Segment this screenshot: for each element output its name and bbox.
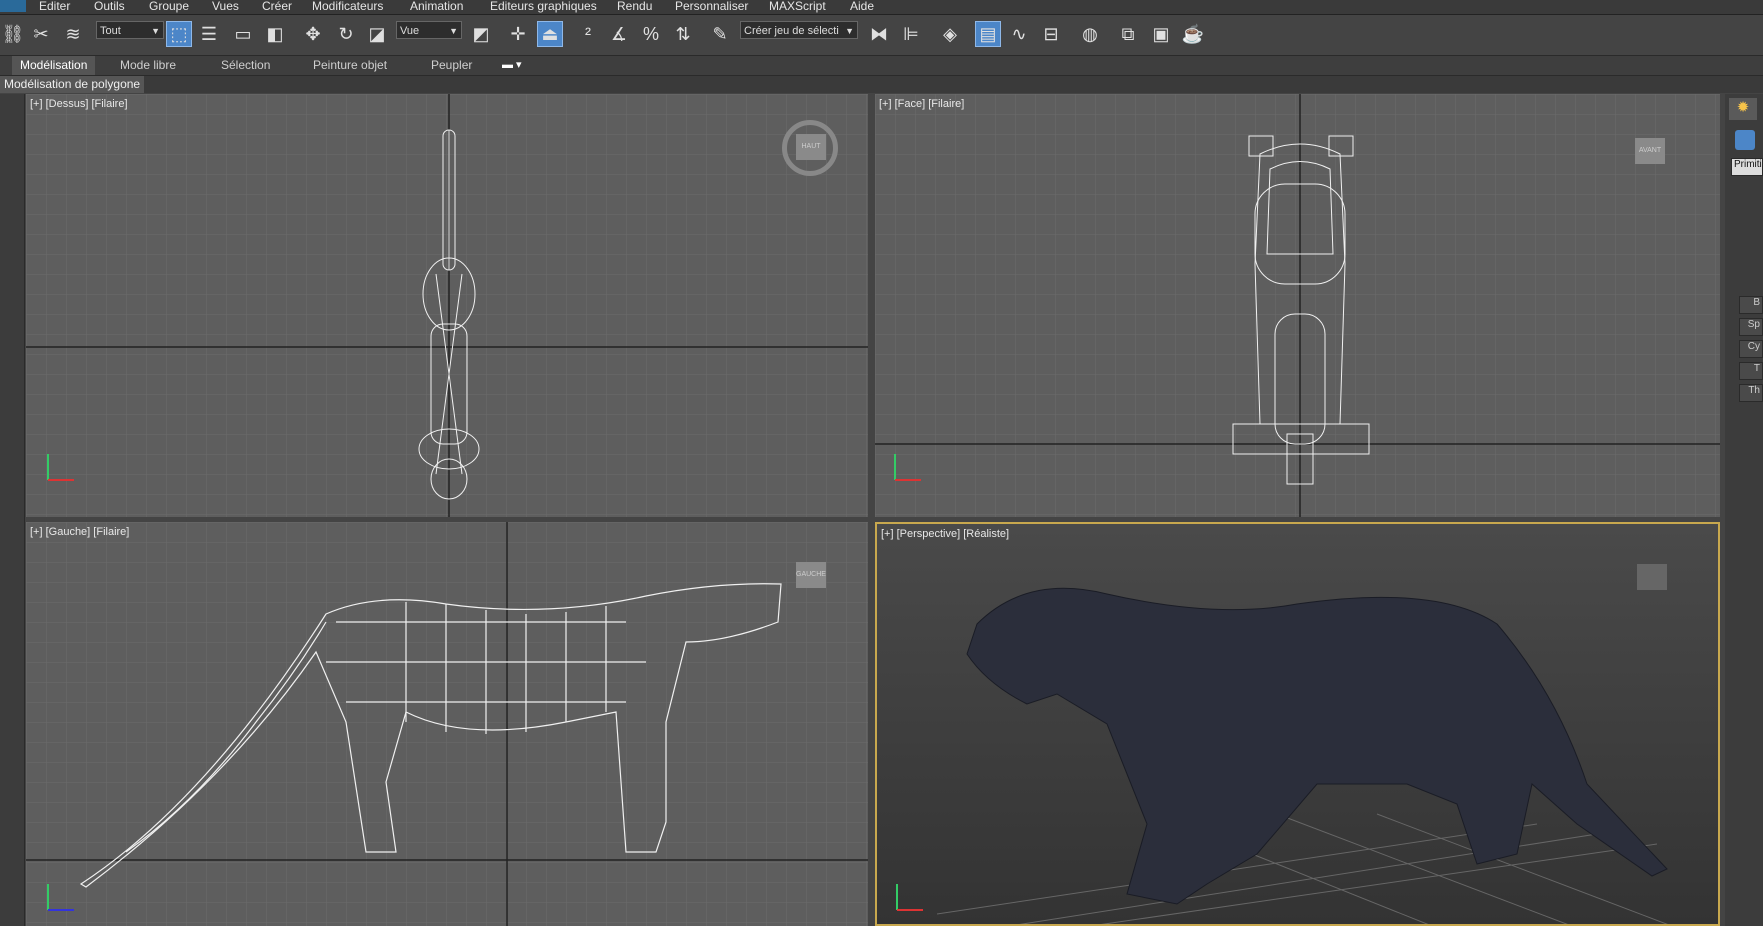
rect-selection-icon[interactable]: ▭ — [230, 21, 256, 47]
left-toolbar — [0, 94, 25, 926]
unlink-icon[interactable]: ✂ — [28, 21, 54, 47]
ribbon-options-icon[interactable]: ▬ ▾ — [502, 58, 522, 71]
tab-peinture-objet[interactable]: Peinture objet — [313, 58, 387, 72]
chevron-down-icon: ▼ — [449, 26, 458, 36]
ribbon-subbar: Modélisation de polygone — [0, 76, 1763, 93]
viewport-top[interactable]: [+] [Dessus] [Filaire] HAUT — [26, 94, 868, 517]
create-panel-icon[interactable]: ✹ — [1729, 98, 1757, 120]
menu-editeurs-graphiques[interactable]: Editeurs graphiques — [490, 0, 597, 12]
viewport-front[interactable]: [+] [Face] [Filaire] AVANT — [875, 94, 1720, 517]
viewport-perspective-label[interactable]: [+] [Perspective] [Réaliste] — [881, 528, 1009, 540]
select-manipulate-icon[interactable]: ✛ — [505, 21, 531, 47]
selection-filter-value: Tout — [100, 25, 121, 37]
schematic-view-icon[interactable]: ⊟ — [1038, 21, 1064, 47]
angle-snap-icon[interactable]: ∡ — [606, 21, 632, 47]
snaps-toggle-icon[interactable]: ² — [575, 21, 601, 47]
menu-bar: Editer Outils Groupe Vues Créer Modifica… — [0, 0, 1763, 15]
pivot-icon[interactable]: ◩ — [468, 21, 494, 47]
window-crossing-icon[interactable]: ◧ — [262, 21, 288, 47]
tab-peupler[interactable]: Peupler — [431, 58, 472, 72]
keyboard-shortcut-override-icon[interactable]: ⏏ — [537, 21, 563, 47]
graphite-ribbon-icon[interactable]: ▤ — [975, 21, 1001, 47]
axis-tripod-icon — [47, 454, 74, 481]
tab-mode-libre[interactable]: Mode libre — [120, 58, 176, 72]
tab-selection[interactable]: Sélection — [221, 58, 270, 72]
select-object-icon[interactable]: ⬚ — [166, 21, 192, 47]
object-button-teapot[interactable]: Th — [1739, 384, 1763, 402]
viewcube-perspective[interactable] — [1637, 564, 1667, 590]
scale-icon[interactable]: ◪ — [364, 21, 390, 47]
axis-tripod-icon — [47, 884, 74, 911]
object-button-torus[interactable]: T — [1739, 362, 1763, 380]
viewport-front-label[interactable]: [+] [Face] [Filaire] — [879, 98, 964, 110]
object-button-sphere[interactable]: Sp — [1739, 318, 1763, 336]
viewport-top-label[interactable]: [+] [Dessus] [Filaire] — [30, 98, 128, 110]
reference-coord-value: Vue — [400, 25, 420, 37]
ribbon-tabs: Modélisation Mode libre Sélection Peintu… — [0, 56, 1763, 76]
object-button-box[interactable]: B — [1739, 296, 1763, 314]
command-panel: ✹ Primiti B Sp Cy T Th — [1725, 94, 1763, 926]
viewport-top-grid — [26, 94, 868, 517]
geometry-icon[interactable] — [1735, 130, 1755, 150]
menu-aide[interactable]: Aide — [850, 0, 874, 12]
curve-editor-icon[interactable]: ∿ — [1006, 21, 1032, 47]
tab-modelisation[interactable]: Modélisation — [12, 56, 96, 75]
main-toolbar: ⛓ ✂ ≋ Tout ▼ ⬚ ☰ ▭ ◧ ✥ ↻ ◪ Vue ▼ ◩ ✛ ⏏ ² ∡… — [0, 15, 1763, 56]
viewcube-front[interactable]: AVANT — [1635, 138, 1665, 164]
viewport-perspective[interactable]: [+] [Perspective] [Réaliste] — [875, 522, 1720, 926]
viewport-left[interactable]: [+] [Gauche] [Filaire] GAUCHE — [26, 522, 868, 926]
menu-rendu[interactable]: Rendu — [617, 0, 652, 12]
link-icon[interactable]: ⛓ — [0, 21, 26, 47]
menu-animation[interactable]: Animation — [410, 0, 463, 12]
viewport-left-label[interactable]: [+] [Gauche] [Filaire] — [30, 526, 129, 538]
object-button-cylinder[interactable]: Cy — [1739, 340, 1763, 358]
spinner-snap-icon[interactable]: ⇅ — [670, 21, 696, 47]
selection-filter-dropdown[interactable]: Tout ▼ — [96, 21, 164, 39]
layer-manager-icon[interactable]: ◈ — [937, 21, 963, 47]
percent-snap-icon[interactable]: % — [638, 21, 664, 47]
object-type-dropdown[interactable]: Primiti — [1731, 158, 1763, 176]
named-selection-placeholder: Créer jeu de sélecti — [744, 25, 839, 37]
render-setup-icon[interactable]: ⧉ — [1115, 21, 1141, 47]
menu-maxscript[interactable]: MAXScript — [769, 0, 826, 12]
menu-editer[interactable]: Editer — [39, 0, 70, 12]
reference-coord-dropdown[interactable]: Vue ▼ — [396, 21, 462, 39]
rotate-icon[interactable]: ↻ — [333, 21, 359, 47]
chevron-down-icon: ▼ — [845, 26, 854, 36]
rendered-frame-icon[interactable]: ▣ — [1148, 21, 1174, 47]
named-selection-field[interactable]: Créer jeu de sélecti ▼ — [740, 21, 858, 39]
menu-personnaliser[interactable]: Personnaliser — [675, 0, 748, 12]
viewport-perspective-scene — [936, 587, 1668, 924]
mirror-icon[interactable]: ⧓ — [866, 21, 892, 47]
render-production-icon[interactable]: ☕ — [1180, 21, 1206, 47]
menu-outils[interactable]: Outils — [94, 0, 125, 12]
viewcube-top[interactable]: HAUT — [796, 134, 826, 160]
bind-spacewarp-icon[interactable]: ≋ — [60, 21, 86, 47]
edit-named-selection-icon[interactable]: ✎ — [707, 21, 733, 47]
menu-vues[interactable]: Vues — [212, 0, 239, 12]
viewport-left-grid — [26, 522, 868, 926]
tab-modelisation-polygone[interactable]: Modélisation de polygone — [0, 76, 145, 93]
app-menu-icon[interactable] — [0, 0, 26, 12]
menu-groupe[interactable]: Groupe — [149, 0, 189, 12]
viewcube-left[interactable]: GAUCHE — [796, 562, 826, 588]
chevron-down-icon: ▼ — [151, 26, 160, 36]
perspective-ground-grid — [936, 813, 1668, 924]
align-icon[interactable]: ⊫ — [898, 21, 924, 47]
move-icon[interactable]: ✥ — [300, 21, 326, 47]
material-editor-icon[interactable]: ◍ — [1077, 21, 1103, 47]
axis-tripod-icon — [896, 884, 923, 911]
axis-tripod-icon — [894, 454, 921, 481]
menu-creer[interactable]: Créer — [262, 0, 292, 12]
viewport-front-grid — [875, 94, 1720, 517]
menu-modificateurs[interactable]: Modificateurs — [312, 0, 383, 12]
select-by-name-icon[interactable]: ☰ — [196, 21, 222, 47]
